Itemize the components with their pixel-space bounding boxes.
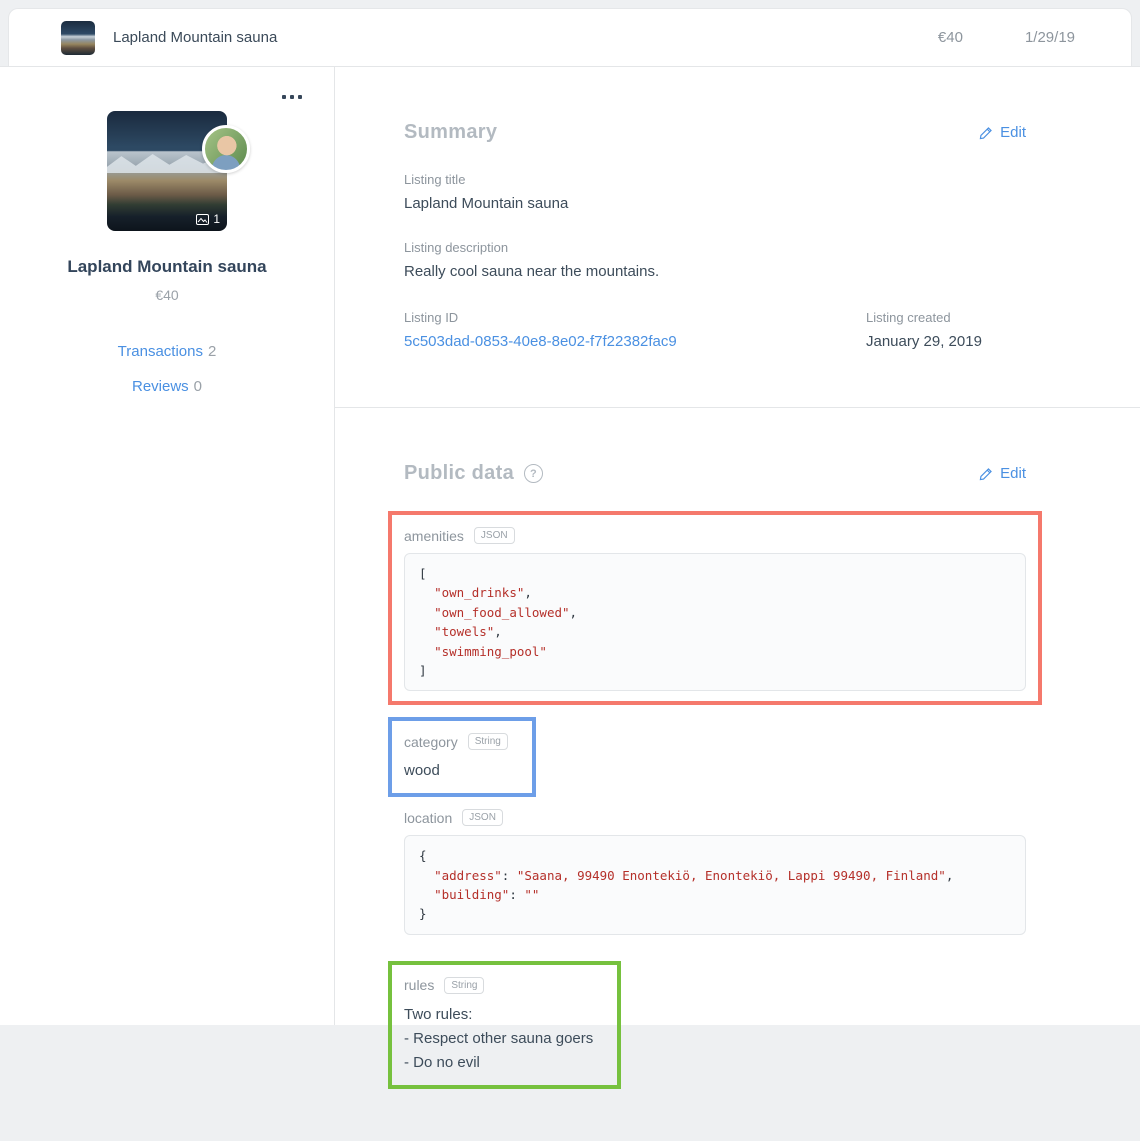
field-value: Two rules:: [404, 1003, 593, 1027]
listing-description-field: Listing description Really cool sauna ne…: [404, 240, 1026, 280]
listing-detail-main: Summary Edit Listing title Lapland Mount…: [335, 67, 1140, 1025]
transactions-count: 2: [208, 343, 216, 360]
field-name: category: [404, 734, 458, 750]
reviews-count: 0: [194, 378, 202, 395]
field-value: wood: [404, 759, 508, 783]
field-name: rules: [404, 977, 434, 993]
pencil-icon: [979, 467, 993, 481]
topbar-date: 1/29/19: [1025, 29, 1075, 46]
image-icon: [196, 214, 209, 225]
field-value: Really cool sauna near the mountains.: [404, 263, 1026, 280]
sidebar-listing-price: €40: [0, 287, 334, 303]
listing-thumbnail: [61, 21, 95, 55]
field-label: Listing description: [404, 240, 1026, 255]
summary-heading: Summary: [404, 121, 497, 144]
listing-sidebar: 1 Lapland Mountain sauna €40 Transaction…: [0, 67, 335, 1025]
topbar-price: €40: [938, 29, 963, 46]
field-name: location: [404, 810, 452, 826]
location-code-block: { "address": "Saana, 99490 Enontekiö, En…: [404, 835, 1026, 935]
public-data-field-rules: rules String Two rules:- Respect other sau…: [388, 961, 621, 1089]
author-avatar[interactable]: [202, 125, 250, 173]
listing-photo[interactable]: 1: [107, 111, 227, 231]
reviews-row: Reviews 0: [0, 378, 334, 395]
field-name: amenities: [404, 528, 464, 544]
field-type-badge: JSON: [474, 527, 515, 544]
public-data-section: Public data ? Edit amenities JSON [ "own_d…: [335, 408, 1140, 1141]
listing-title-field: Listing title Lapland Mountain sauna: [404, 172, 1026, 212]
public-data-edit-button[interactable]: Edit: [979, 465, 1026, 482]
field-value: - Respect other sauna goers: [404, 1027, 593, 1051]
transactions-row: Transactions 2: [0, 343, 334, 360]
field-label: Listing created: [866, 310, 1026, 325]
field-type-badge: String: [468, 733, 508, 750]
public-data-field-location: location JSON { "address": "Saana, 99490 E…: [404, 809, 1026, 935]
public-data-heading: Public data: [404, 462, 514, 485]
field-type-badge: String: [444, 977, 484, 994]
more-options-button[interactable]: [280, 89, 304, 105]
transactions-link[interactable]: Transactions: [118, 343, 203, 360]
field-value: January 29, 2019: [866, 333, 1026, 350]
field-type-badge: JSON: [462, 809, 503, 826]
field-value: - Do no evil: [404, 1051, 593, 1075]
field-label: Listing ID: [404, 310, 866, 325]
field-label: Listing title: [404, 172, 1026, 187]
topbar-listing-title: Lapland Mountain sauna: [113, 29, 277, 46]
summary-edit-button[interactable]: Edit: [979, 124, 1026, 141]
pencil-icon: [979, 126, 993, 140]
listing-id-field: Listing ID 5c503dad-0853-40e8-8e02-f7f22…: [404, 310, 866, 351]
reviews-link[interactable]: Reviews: [132, 378, 189, 395]
listing-created-field: Listing created January 29, 2019: [866, 310, 1026, 351]
summary-section: Summary Edit Listing title Lapland Mount…: [335, 67, 1140, 408]
content-area: 1 Lapland Mountain sauna €40 Transaction…: [0, 66, 1140, 1025]
photo-count-badge: 1: [196, 212, 220, 226]
topbar-wrapper: Lapland Mountain sauna €40 1/29/19: [0, 0, 1140, 66]
listing-header-bar[interactable]: Lapland Mountain sauna €40 1/29/19: [8, 8, 1132, 66]
ellipsis-icon: [282, 95, 286, 99]
public-data-field-amenities: amenities JSON [ "own_drinks", "own_food_a…: [388, 511, 1042, 705]
listing-id-link[interactable]: 5c503dad-0853-40e8-8e02-f7f22382fac9: [404, 333, 677, 350]
public-data-field-category: category String wood: [388, 717, 536, 797]
sidebar-listing-title: Lapland Mountain sauna: [0, 257, 334, 277]
help-icon[interactable]: ?: [524, 464, 543, 483]
public-data-fields: amenities JSON [ "own_drinks", "own_food_a…: [404, 511, 1026, 1089]
amenities-code-block: [ "own_drinks", "own_food_allowed", "tow…: [404, 553, 1026, 691]
field-value: Lapland Mountain sauna: [404, 195, 1026, 212]
photo-count: 1: [213, 212, 220, 226]
